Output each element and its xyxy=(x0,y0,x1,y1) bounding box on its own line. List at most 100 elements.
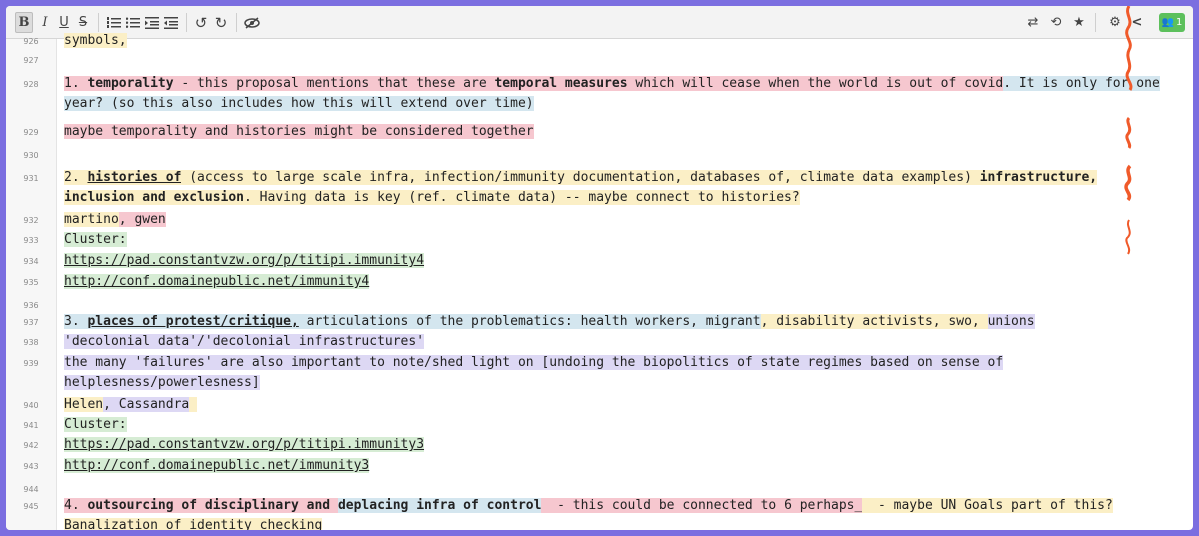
line-text: martino, gwen xyxy=(64,210,1174,230)
line-number: 939 xyxy=(23,359,39,368)
editor-area[interactable]: 926 symbols, 927 928 1. temporality - th… xyxy=(6,6,1193,530)
text-segment: 1. xyxy=(64,76,88,91)
timeslider-button[interactable]: ⟲ xyxy=(1047,12,1065,33)
line-text: Cluster: xyxy=(64,230,1174,250)
text-segment: - this could be connected to 6 perhaps_ xyxy=(541,498,863,513)
text-segment: temporality xyxy=(87,76,174,91)
line-text: maybe temporality and histories might be… xyxy=(64,122,1174,142)
line-number: 935 xyxy=(23,278,39,287)
toolbar-divider xyxy=(236,13,237,32)
line-number: 943 xyxy=(23,462,39,471)
text-segment: places of protest/critique, xyxy=(87,314,299,329)
ordered-list-icon xyxy=(107,16,121,28)
line-text: symbols, xyxy=(64,31,1174,51)
line-text-wrap: inclusion and exclusion. Having data is … xyxy=(64,188,1174,208)
text-segment: maybe temporality and histories might be… xyxy=(64,124,534,139)
text-segment: 2. xyxy=(64,170,88,185)
text-segment: Banalization of identity checking xyxy=(64,518,323,530)
indent-button[interactable] xyxy=(143,12,161,33)
text-segment: infrastructure, xyxy=(979,170,1098,185)
line-text: 1. temporality - this proposal mentions … xyxy=(64,74,1174,94)
line-number: 931 xyxy=(23,174,39,183)
line-number: 936 xyxy=(23,301,39,310)
text-segment xyxy=(189,397,198,412)
squiggle-drawing-icon xyxy=(1124,6,1133,255)
text-segment: Cluster: xyxy=(64,232,127,247)
text-segment: temporal measures xyxy=(494,76,628,91)
users-count: 1 xyxy=(1176,17,1183,28)
text-segment: martino xyxy=(64,212,119,227)
text-segment: , Cassandra xyxy=(103,397,190,412)
line-number: 928 xyxy=(23,80,39,89)
line-text: 'decolonial data'/'decolonial infrastruc… xyxy=(64,332,1174,352)
text-segment: - this proposal mentions that these are xyxy=(173,76,495,91)
outdent-icon xyxy=(164,16,178,29)
text-segment: histories of xyxy=(87,170,182,185)
underline-button[interactable]: U xyxy=(55,12,73,33)
line-text: the many 'failures' are also important t… xyxy=(64,353,1174,373)
line-text: 4. outsourcing of disciplinary and depla… xyxy=(64,496,1174,516)
text-segment: 'decolonial data'/'decolonial infrastruc… xyxy=(64,334,425,349)
clear-authorship-button[interactable] xyxy=(243,12,261,33)
text-segment: deplacing infra of control xyxy=(337,498,542,513)
text-segment: which will cease when the world is out o… xyxy=(627,76,1004,91)
italic-button[interactable]: I xyxy=(36,12,54,33)
line-number: 941 xyxy=(23,421,39,430)
text-segment: Helen xyxy=(64,397,104,412)
import-export-button[interactable]: ⇄ xyxy=(1024,12,1042,33)
undo-button[interactable]: ↺ xyxy=(192,12,210,33)
line-text: 2. histories of (access to large scale i… xyxy=(64,168,1174,188)
line-number: 937 xyxy=(23,318,39,327)
text-segment: unions xyxy=(987,314,1035,329)
conf-link[interactable]: http://conf.domainepublic.net/immunity3 xyxy=(64,458,370,473)
unordered-list-button[interactable] xyxy=(124,12,142,33)
line-text: Cluster: xyxy=(64,415,1174,435)
line-text: Helen, Cassandra xyxy=(64,395,1174,415)
line-number: 927 xyxy=(23,56,39,65)
text-segment: articulations of the problematics: healt… xyxy=(298,314,761,329)
line-number: 945 xyxy=(23,502,39,511)
saved-revision-button[interactable]: ★ xyxy=(1070,12,1088,33)
text-segment: Cluster: xyxy=(64,417,127,432)
line-number: 929 xyxy=(23,128,39,137)
line-text: 3. places of protest/critique, articulat… xyxy=(64,312,1174,332)
line-number: 934 xyxy=(23,257,39,266)
text-segment: 3. xyxy=(64,314,88,329)
line-number: 944 xyxy=(23,485,39,494)
text-segment: (access to large scale infra, infection/… xyxy=(181,170,980,185)
ordered-list-button[interactable] xyxy=(105,12,123,33)
line-number: 938 xyxy=(23,338,39,347)
line-number: 930 xyxy=(23,151,39,160)
toolbar-divider xyxy=(98,13,99,32)
line-text-wrap: helplesness/powerlesness] xyxy=(64,373,1174,393)
text-segment: the many 'failures' are also important t… xyxy=(64,355,1004,370)
indent-icon xyxy=(145,16,159,29)
line-number: 926 xyxy=(23,37,39,46)
line-text: https://pad.constantvzw.org/p/titipi.imm… xyxy=(64,251,1174,271)
unordered-list-icon xyxy=(126,17,140,28)
text-segment: . It is only for one xyxy=(1003,76,1160,91)
toolbar-divider xyxy=(1095,13,1096,32)
users-icon: 👥 xyxy=(1161,17,1175,28)
outdent-button[interactable] xyxy=(162,12,180,33)
eye-slash-icon xyxy=(244,16,260,29)
bold-button[interactable]: B xyxy=(15,12,33,33)
text-segment: , gwen xyxy=(118,212,166,227)
pad-link[interactable]: https://pad.constantvzw.org/p/titipi.imm… xyxy=(64,437,425,452)
line-number: 933 xyxy=(23,236,39,245)
text-segment: inclusion and exclusion xyxy=(64,190,245,205)
text-segment: 4. xyxy=(64,498,88,513)
text-segment: - maybe UN Goals part of this? xyxy=(862,498,1113,513)
conf-link[interactable]: http://conf.domainepublic.net/immunity4 xyxy=(64,274,370,289)
text-segment: helplesness/powerlesness] xyxy=(64,375,260,390)
line-text-wrap: Banalization of identity checking xyxy=(64,516,1174,530)
toolbar-divider xyxy=(186,13,187,32)
redo-button[interactable]: ↻ xyxy=(212,12,230,33)
users-button[interactable]: 👥 1 xyxy=(1159,13,1185,32)
strikethrough-button[interactable]: S xyxy=(74,12,92,33)
pad-link[interactable]: https://pad.constantvzw.org/p/titipi.imm… xyxy=(64,253,425,268)
line-number: 942 xyxy=(23,441,39,450)
line-text: http://conf.domainepublic.net/immunity4 xyxy=(64,272,1174,292)
line-text: https://pad.constantvzw.org/p/titipi.imm… xyxy=(64,435,1174,455)
text-segment: , disability activists, swo, xyxy=(760,314,988,329)
